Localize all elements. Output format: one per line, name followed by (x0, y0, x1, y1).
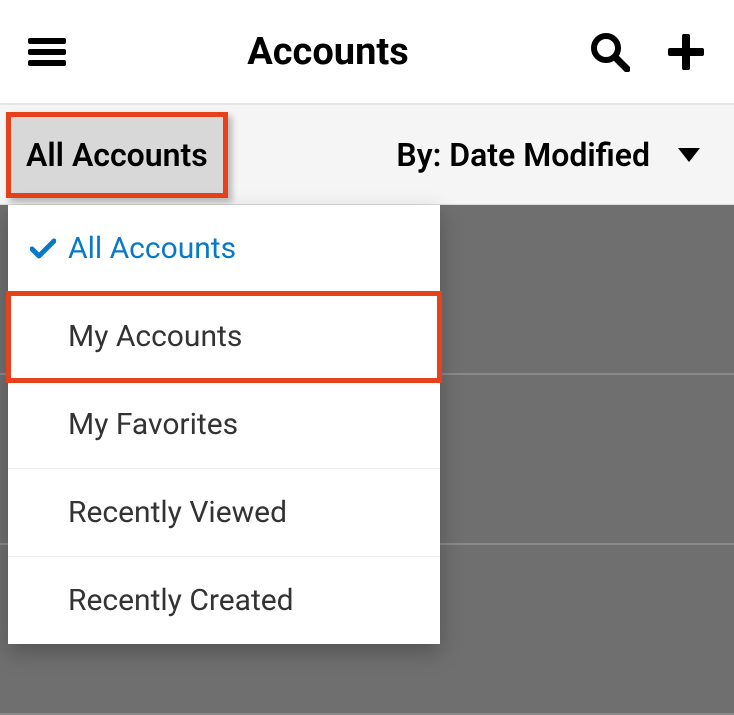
sort-button[interactable]: By: Date Modified (396, 136, 734, 174)
header: Accounts (0, 0, 734, 105)
page-title: Accounts (66, 30, 590, 74)
filter-label: All Accounts (26, 136, 208, 174)
filter-option[interactable]: My Favorites (8, 381, 440, 469)
filter-option-label: All Accounts (68, 231, 422, 266)
filter-option-label: Recently Created (68, 583, 422, 618)
search-icon (590, 32, 630, 72)
main-content: All Accounts My Accounts My Favorites Recen… (0, 205, 734, 698)
sort-label: By: Date Modified (396, 136, 650, 174)
filter-option-label: Recently Viewed (68, 495, 422, 530)
filter-option[interactable]: All Accounts (8, 205, 440, 293)
header-right (590, 32, 706, 72)
caret-down-icon (678, 148, 700, 162)
check-slot (30, 238, 68, 260)
filter-dropdown: All Accounts My Accounts My Favorites Recen… (8, 205, 440, 644)
add-button[interactable] (666, 32, 706, 72)
filter-option-label: My Accounts (68, 319, 422, 354)
filter-option[interactable]: Recently Created (8, 557, 440, 644)
header-left (28, 36, 66, 68)
filter-button[interactable]: All Accounts (6, 112, 228, 198)
search-button[interactable] (590, 32, 630, 72)
hamburger-icon (28, 36, 66, 68)
plus-icon (666, 32, 706, 72)
filter-option[interactable]: My Accounts (8, 293, 440, 381)
filter-option-label: My Favorites (68, 407, 422, 442)
check-icon (30, 238, 56, 260)
menu-button[interactable] (28, 36, 66, 68)
subheader: All Accounts By: Date Modified (0, 105, 734, 205)
filter-option[interactable]: Recently Viewed (8, 469, 440, 557)
